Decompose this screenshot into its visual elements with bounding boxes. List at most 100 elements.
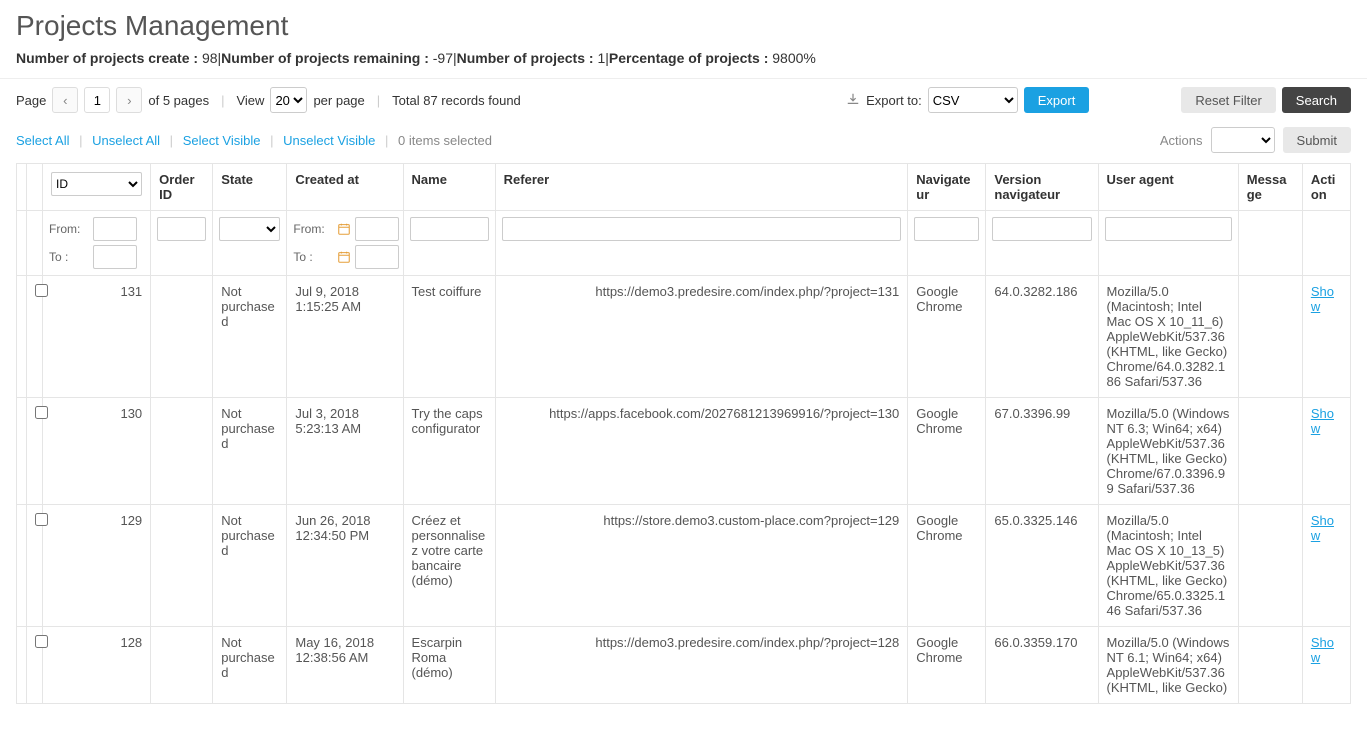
table-row: 128Not purchasedMay 16, 2018 12:38:56 AM… bbox=[17, 627, 1351, 704]
show-link[interactable]: Show bbox=[1311, 513, 1334, 543]
cell-nav: Google Chrome bbox=[908, 505, 986, 627]
cell-name: Créez et personnalisez votre carte banca… bbox=[403, 505, 495, 627]
nav-filter-input[interactable] bbox=[914, 217, 979, 241]
actions-label: Actions bbox=[1160, 133, 1203, 148]
page-label: Page bbox=[16, 93, 46, 108]
col-id-header[interactable]: ID bbox=[43, 164, 151, 211]
col-message-header[interactable]: Message bbox=[1238, 164, 1302, 211]
col-state-header[interactable]: State bbox=[213, 164, 287, 211]
cell-action: Show bbox=[1302, 276, 1350, 398]
cell-created: Jul 3, 2018 5:23:13 AM bbox=[287, 398, 403, 505]
cell-id: 129 bbox=[43, 505, 151, 627]
col-ua-header[interactable]: User agent bbox=[1098, 164, 1238, 211]
cell-created: Jul 9, 2018 1:15:25 AM bbox=[287, 276, 403, 398]
search-button[interactable]: Search bbox=[1282, 87, 1351, 113]
unselect-all-link[interactable]: Unselect All bbox=[92, 133, 160, 148]
id-sort-select[interactable]: ID bbox=[51, 172, 142, 196]
show-link[interactable]: Show bbox=[1311, 284, 1334, 314]
cell-version: 64.0.3282.186 bbox=[986, 276, 1098, 398]
table-row: 130Not purchasedJul 3, 2018 5:23:13 AMTr… bbox=[17, 398, 1351, 505]
version-filter-input[interactable] bbox=[992, 217, 1091, 241]
created-from-label: From: bbox=[293, 222, 333, 236]
cell-action: Show bbox=[1302, 398, 1350, 505]
select-visible-link[interactable]: Select Visible bbox=[183, 133, 261, 148]
id-from-input[interactable] bbox=[93, 217, 137, 241]
prev-page-button[interactable]: ‹ bbox=[52, 87, 78, 113]
cell-message bbox=[1238, 398, 1302, 505]
state-filter-select[interactable] bbox=[219, 217, 280, 241]
cell-ua: Mozilla/5.0 (Macintosh; Intel Mac OS X 1… bbox=[1098, 276, 1238, 398]
col-referer-header[interactable]: Referer bbox=[495, 164, 908, 211]
view-label: View bbox=[236, 93, 264, 108]
cell-ua: Mozilla/5.0 (Windows NT 6.1; Win64; x64)… bbox=[1098, 627, 1238, 704]
calendar-icon[interactable] bbox=[337, 220, 351, 238]
cell-id: 131 bbox=[43, 276, 151, 398]
table-row: 129Not purchasedJun 26, 2018 12:34:50 PM… bbox=[17, 505, 1351, 627]
submit-button[interactable]: Submit bbox=[1283, 127, 1351, 153]
cell-version: 65.0.3325.146 bbox=[986, 505, 1098, 627]
cell-id: 130 bbox=[43, 398, 151, 505]
actions-select[interactable] bbox=[1211, 127, 1275, 153]
download-icon bbox=[846, 92, 860, 109]
created-to-label: To : bbox=[293, 250, 333, 264]
export-to-label: Export to: bbox=[866, 93, 922, 108]
cell-ua: Mozilla/5.0 (Windows NT 6.3; Win64; x64)… bbox=[1098, 398, 1238, 505]
cell-nav: Google Chrome bbox=[908, 276, 986, 398]
page-input[interactable] bbox=[84, 87, 110, 113]
cell-created: May 16, 2018 12:38:56 AM bbox=[287, 627, 403, 704]
id-to-label: To : bbox=[49, 250, 89, 264]
created-from-input[interactable] bbox=[355, 217, 399, 241]
col-order-header[interactable]: Order ID bbox=[151, 164, 213, 211]
order-filter-input[interactable] bbox=[157, 217, 206, 241]
cell-version: 66.0.3359.170 bbox=[986, 627, 1098, 704]
cell-state: Not purchased bbox=[213, 398, 287, 505]
col-created-header[interactable]: Created at bbox=[287, 164, 403, 211]
per-page-select[interactable]: 20 bbox=[270, 87, 307, 113]
stats-pct-label: Percentage of projects : bbox=[609, 50, 769, 66]
show-link[interactable]: Show bbox=[1311, 635, 1334, 665]
reset-filter-button[interactable]: Reset Filter bbox=[1181, 87, 1275, 113]
id-to-input[interactable] bbox=[93, 245, 137, 269]
total-records-label: Total 87 records found bbox=[392, 93, 521, 108]
projects-table: ID Order ID State Created at Name Refere… bbox=[16, 163, 1351, 704]
items-selected-label: 0 items selected bbox=[398, 133, 492, 148]
row-checkbox[interactable] bbox=[35, 284, 48, 297]
export-button[interactable]: Export bbox=[1024, 87, 1090, 113]
created-to-input[interactable] bbox=[355, 245, 399, 269]
name-filter-input[interactable] bbox=[410, 217, 489, 241]
unselect-visible-link[interactable]: Unselect Visible bbox=[283, 133, 375, 148]
show-link[interactable]: Show bbox=[1311, 406, 1334, 436]
stats-create-value: 98 bbox=[202, 50, 218, 66]
select-all-link[interactable]: Select All bbox=[16, 133, 69, 148]
stats-bar: Number of projects create : 98|Number of… bbox=[0, 50, 1367, 78]
cell-referer: https://demo3.predesire.com/index.php/?p… bbox=[495, 276, 908, 398]
col-nav-header[interactable]: Navigateur bbox=[908, 164, 986, 211]
per-page-label: per page bbox=[313, 93, 364, 108]
col-name-header[interactable]: Name bbox=[403, 164, 495, 211]
cell-nav: Google Chrome bbox=[908, 627, 986, 704]
cell-referer: https://demo3.predesire.com/index.php/?p… bbox=[495, 627, 908, 704]
id-from-label: From: bbox=[49, 222, 89, 236]
row-checkbox[interactable] bbox=[35, 513, 48, 526]
ua-filter-input[interactable] bbox=[1105, 217, 1232, 241]
calendar-icon[interactable] bbox=[337, 248, 351, 266]
cell-action: Show bbox=[1302, 627, 1350, 704]
col-version-header[interactable]: Version navigateur bbox=[986, 164, 1098, 211]
export-format-select[interactable]: CSV bbox=[928, 87, 1018, 113]
cell-message bbox=[1238, 627, 1302, 704]
of-pages-label: of 5 pages bbox=[148, 93, 209, 108]
cell-nav: Google Chrome bbox=[908, 398, 986, 505]
col-action-header: Action bbox=[1302, 164, 1350, 211]
cell-message bbox=[1238, 505, 1302, 627]
row-checkbox[interactable] bbox=[35, 406, 48, 419]
cell-order bbox=[151, 505, 213, 627]
cell-order bbox=[151, 276, 213, 398]
cell-ua: Mozilla/5.0 (Macintosh; Intel Mac OS X 1… bbox=[1098, 505, 1238, 627]
cell-order bbox=[151, 627, 213, 704]
stats-remaining-value: -97 bbox=[433, 50, 453, 66]
cell-version: 67.0.3396.99 bbox=[986, 398, 1098, 505]
next-page-button[interactable]: › bbox=[116, 87, 142, 113]
row-checkbox[interactable] bbox=[35, 635, 48, 648]
cell-referer: https://apps.facebook.com/20276812139699… bbox=[495, 398, 908, 505]
referer-filter-input[interactable] bbox=[502, 217, 902, 241]
